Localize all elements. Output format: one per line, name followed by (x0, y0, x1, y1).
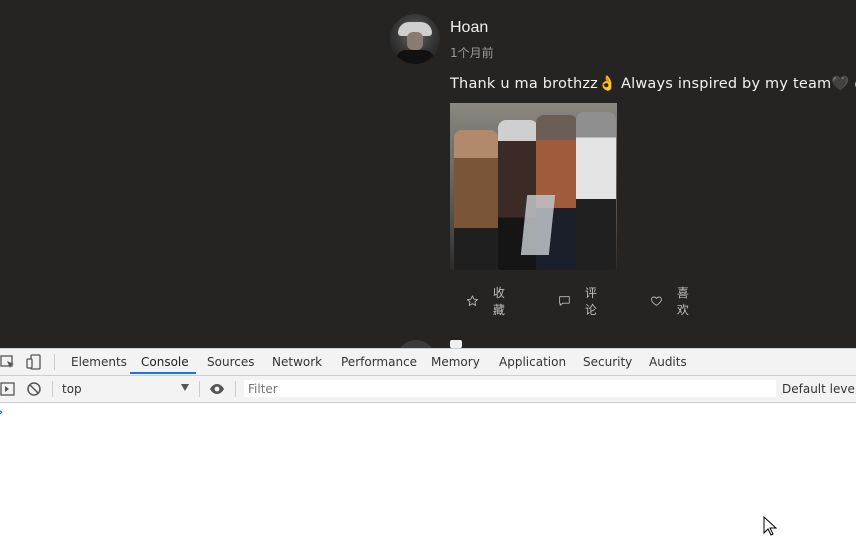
next-post-username[interactable] (450, 340, 462, 348)
comment-icon (559, 296, 570, 306)
like-label: 喜欢 (676, 286, 689, 317)
toolbar-separator (52, 381, 53, 397)
tab-performance[interactable]: Performance (341, 355, 417, 369)
console-filter-input[interactable] (244, 380, 776, 397)
user-avatar[interactable] (390, 14, 440, 64)
comment-button[interactable]: 评论 (558, 284, 602, 318)
devtools-panel: Elements Console Sources Network Perform… (0, 348, 856, 538)
mouse-cursor-icon (763, 516, 777, 536)
eye-icon[interactable] (209, 381, 225, 397)
tab-security[interactable]: Security (583, 355, 632, 369)
tab-sources[interactable]: Sources (207, 355, 254, 369)
tab-network[interactable]: Network (272, 355, 322, 369)
toolbar-separator (199, 381, 200, 397)
post-text: Thank u ma brothzz👌 Always inspired by m… (450, 76, 856, 92)
console-toolbar: top Default levels (0, 376, 856, 403)
photo-person (454, 130, 498, 270)
log-levels-dropdown[interactable]: Default levels (782, 382, 856, 396)
tab-audits[interactable]: Audits (649, 355, 687, 369)
username[interactable]: Hoan (450, 19, 488, 37)
tab-separator (54, 354, 55, 370)
comment-label: 评论 (584, 286, 597, 317)
next-post-avatar[interactable] (396, 340, 436, 348)
tab-application[interactable]: Application (499, 355, 566, 369)
post-time[interactable]: 1个月前 (450, 44, 494, 61)
show-sidebar-icon[interactable] (0, 381, 16, 397)
favorite-button[interactable]: 收藏 (466, 284, 510, 318)
clear-console-icon[interactable] (26, 381, 42, 397)
photo-person (576, 112, 616, 270)
favorite-label: 收藏 (492, 286, 505, 317)
weibo-feed: Hoan 1个月前 Thank u ma brothzz👌 Always ins… (0, 0, 856, 348)
devtools-tabbar: Elements Console Sources Network Perform… (0, 349, 856, 376)
post-photo[interactable] (450, 103, 617, 270)
inspect-element-icon[interactable] (0, 354, 16, 370)
avatar-body (396, 50, 434, 64)
heart-icon (651, 296, 662, 306)
active-tab-indicator (130, 372, 196, 374)
tab-elements[interactable]: Elements (71, 355, 127, 369)
avatar-face (407, 32, 423, 50)
star-icon (466, 295, 478, 306)
chevron-down-icon[interactable] (181, 384, 189, 391)
console-prompt-icon: › (0, 405, 3, 419)
toolbar-separator (235, 381, 236, 397)
device-toolbar-icon[interactable] (26, 354, 42, 370)
context-selector[interactable]: top (62, 382, 82, 396)
tab-memory[interactable]: Memory (431, 355, 480, 369)
tab-console[interactable]: Console (141, 355, 189, 369)
console-output[interactable]: › (0, 403, 856, 538)
like-button[interactable]: 喜欢 (650, 284, 694, 318)
